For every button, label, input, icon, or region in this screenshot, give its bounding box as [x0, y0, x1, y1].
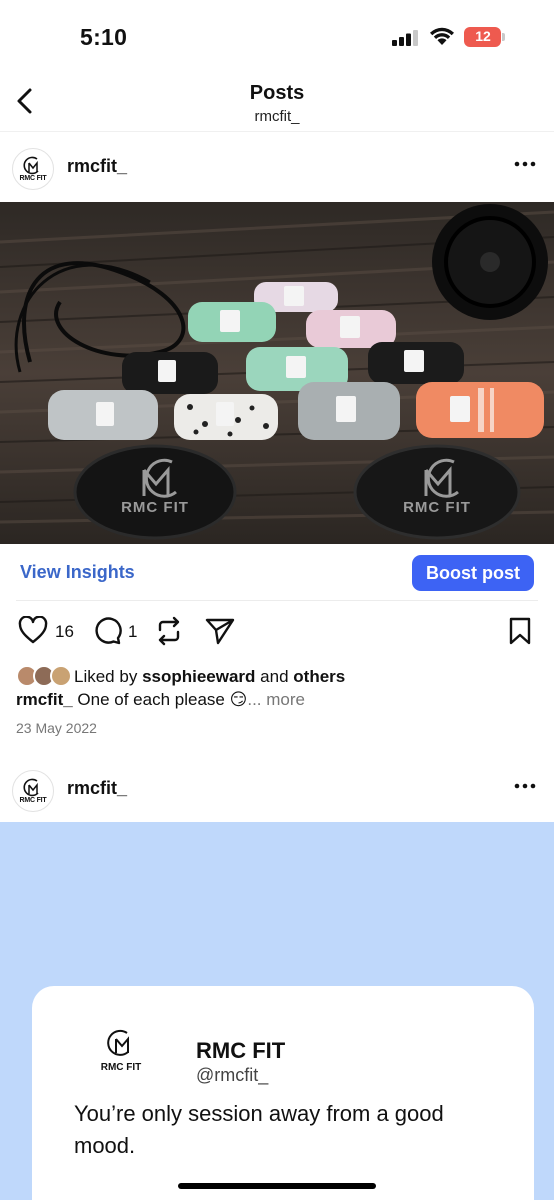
post-caption: rmcfit_ One of each please 😏... more — [16, 690, 305, 710]
home-indicator[interactable] — [178, 1183, 376, 1189]
wifi-icon — [430, 27, 454, 45]
bookmark-icon[interactable] — [508, 616, 532, 646]
more-icon[interactable] — [514, 782, 536, 790]
caption-more-link[interactable]: ... more — [247, 690, 305, 709]
liked-by-prefix: Liked by — [74, 667, 138, 686]
rmc-logo-icon — [23, 156, 39, 175]
battery-level: 12 — [475, 28, 491, 44]
rmc-logo-icon — [107, 1029, 129, 1056]
insights-row: View Insights Boost post — [0, 548, 554, 600]
card-quote: You’re only session away from a good moo… — [74, 1101, 444, 1158]
card-logo: RMC FIT — [96, 1028, 146, 1084]
avatar[interactable]: RMC FIT — [12, 148, 54, 190]
send-icon[interactable] — [204, 616, 236, 646]
boost-post-button[interactable]: Boost post — [412, 555, 534, 591]
avatar-label: RMC FIT — [19, 797, 47, 804]
avatar-label: RMC FIT — [19, 175, 47, 182]
status-time: 5:10 — [80, 24, 128, 50]
post-date: 23 May 2022 — [16, 720, 97, 736]
liker-avatars — [16, 665, 74, 689]
repost-icon[interactable] — [154, 616, 184, 646]
page-title: Posts — [249, 82, 305, 104]
battery-icon: 12 — [464, 27, 506, 47]
caption-text: One of each please — [77, 690, 225, 709]
photo-logo-left: RMC FIT — [121, 499, 189, 516]
likes-count[interactable]: 16 — [55, 622, 74, 642]
comment-icon[interactable] — [92, 616, 122, 646]
post-header-2: RMC FIT rmcfit_ — [0, 756, 554, 822]
post-header: RMC FIT rmcfit_ — [0, 134, 554, 200]
page-subtitle: rmcfit_ — [254, 108, 300, 125]
nav-header: Posts rmcfit_ — [0, 70, 554, 132]
post-actions: 16 1 — [0, 606, 554, 656]
liked-by-others[interactable]: others — [293, 667, 345, 687]
divider — [16, 600, 538, 601]
card-name: RMC FIT — [196, 1038, 286, 1063]
liked-by-and: and — [260, 667, 289, 686]
post-username[interactable]: rmcfit_ — [67, 156, 127, 177]
avatar[interactable]: RMC FIT — [12, 770, 54, 812]
card-logo-label: RMC FIT — [100, 1062, 142, 1073]
liker-avatar — [50, 665, 72, 687]
card-handle: @rmcfit_ — [196, 1065, 269, 1085]
quote-card: RMC FIT RMC FIT @rmcfit_ You’re only ses… — [32, 986, 534, 1200]
status-bar: 5:10 12 — [0, 0, 554, 70]
more-icon[interactable] — [514, 160, 536, 168]
heart-icon[interactable] — [18, 616, 48, 644]
view-insights-link[interactable]: View Insights — [20, 562, 135, 583]
post-photo[interactable]: RMC FIT RMC FIT — [0, 202, 554, 544]
liked-by-line[interactable]: Liked by ssophieeward and others — [16, 664, 345, 690]
rmc-logo-icon — [23, 778, 39, 797]
caption-username[interactable]: rmcfit_ — [16, 690, 73, 709]
comments-count[interactable]: 1 — [128, 622, 137, 642]
signal-icon — [392, 30, 418, 46]
liked-by-user[interactable]: ssophieeward — [142, 667, 255, 687]
photo-logo-right: RMC FIT — [403, 499, 471, 516]
post-username[interactable]: rmcfit_ — [67, 778, 127, 799]
caption-emoji: 😏 — [229, 690, 248, 709]
post-media-2[interactable]: RMC FIT RMC FIT @rmcfit_ You’re only ses… — [0, 822, 554, 1200]
